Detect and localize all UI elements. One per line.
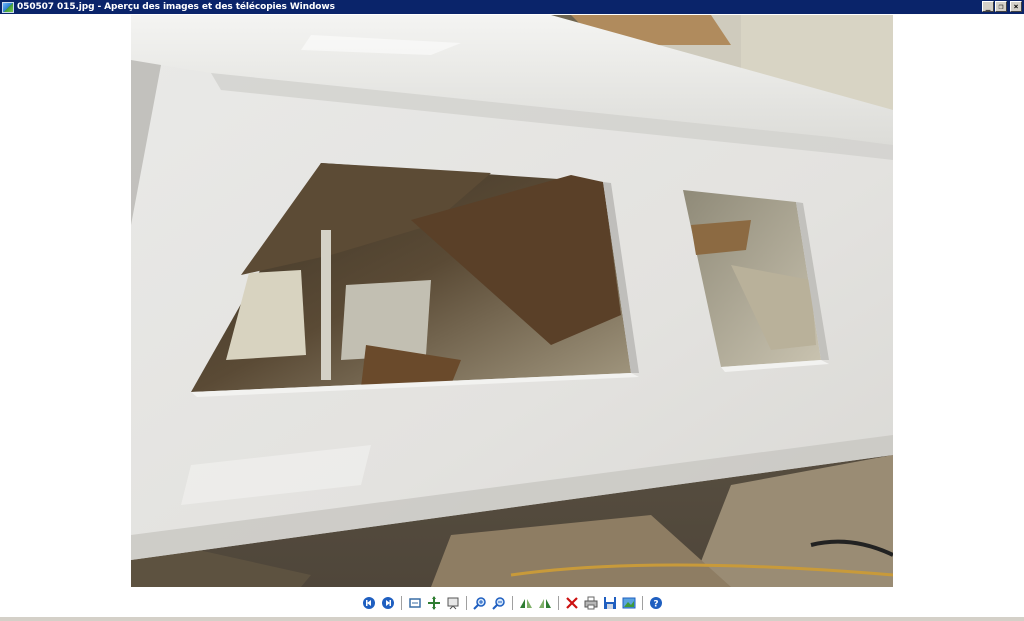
slideshow-icon: [447, 597, 458, 610]
next-image-button[interactable]: [380, 595, 396, 611]
toolbar-separator: [400, 596, 402, 610]
image-viewer-photo: [131, 15, 893, 587]
previous-icon: [362, 597, 375, 609]
zoom-in-icon: [472, 597, 486, 610]
rotate-counterclockwise-icon: [538, 599, 551, 608]
save-icon: [603, 597, 616, 609]
svg-text:?: ?: [653, 600, 658, 610]
best-fit-button[interactable]: [407, 595, 423, 611]
save-copy-button[interactable]: [602, 595, 618, 611]
edit-icon: [622, 597, 635, 609]
minimize-button[interactable]: _: [982, 1, 994, 12]
help-icon: ?: [649, 597, 662, 610]
zoom-in-button[interactable]: [472, 595, 488, 611]
previous-image-button[interactable]: [361, 595, 377, 611]
open-for-editing-button[interactable]: [621, 595, 637, 611]
print-button[interactable]: [583, 595, 599, 611]
photo-image: [131, 15, 893, 587]
slideshow-button[interactable]: [445, 595, 461, 611]
toolbar-separator: [511, 596, 513, 610]
restore-button[interactable]: ❐: [995, 1, 1007, 12]
app-icon[interactable]: [2, 1, 14, 13]
window-title: 050507 015.jpg - Aperçu des images et de…: [17, 2, 335, 12]
close-button[interactable]: ×: [1010, 1, 1022, 12]
viewer-toolbar: ?: [0, 592, 1024, 614]
delete-icon: [565, 597, 578, 609]
help-button[interactable]: ?: [648, 595, 664, 611]
bottom-border: [0, 617, 1024, 621]
title-bar[interactable]: 050507 015.jpg - Aperçu des images et de…: [0, 0, 1024, 14]
rotate-clockwise-icon: [519, 599, 532, 608]
rotate-clockwise-button[interactable]: [518, 595, 534, 611]
zoom-out-button[interactable]: [491, 595, 507, 611]
best-fit-icon: [408, 598, 421, 608]
next-icon: [381, 597, 394, 609]
actual-size-button[interactable]: [426, 595, 442, 611]
zoom-out-icon: [491, 597, 505, 610]
actual-size-icon: [427, 596, 440, 610]
rotate-counterclockwise-button[interactable]: [537, 595, 553, 611]
toolbar-separator: [465, 596, 467, 610]
window-controls: _ ❐ ×: [982, 1, 1022, 12]
toolbar-separator: [557, 596, 559, 610]
delete-button[interactable]: [564, 595, 580, 611]
toolbar-separator: [641, 596, 643, 610]
print-icon: [584, 596, 597, 610]
